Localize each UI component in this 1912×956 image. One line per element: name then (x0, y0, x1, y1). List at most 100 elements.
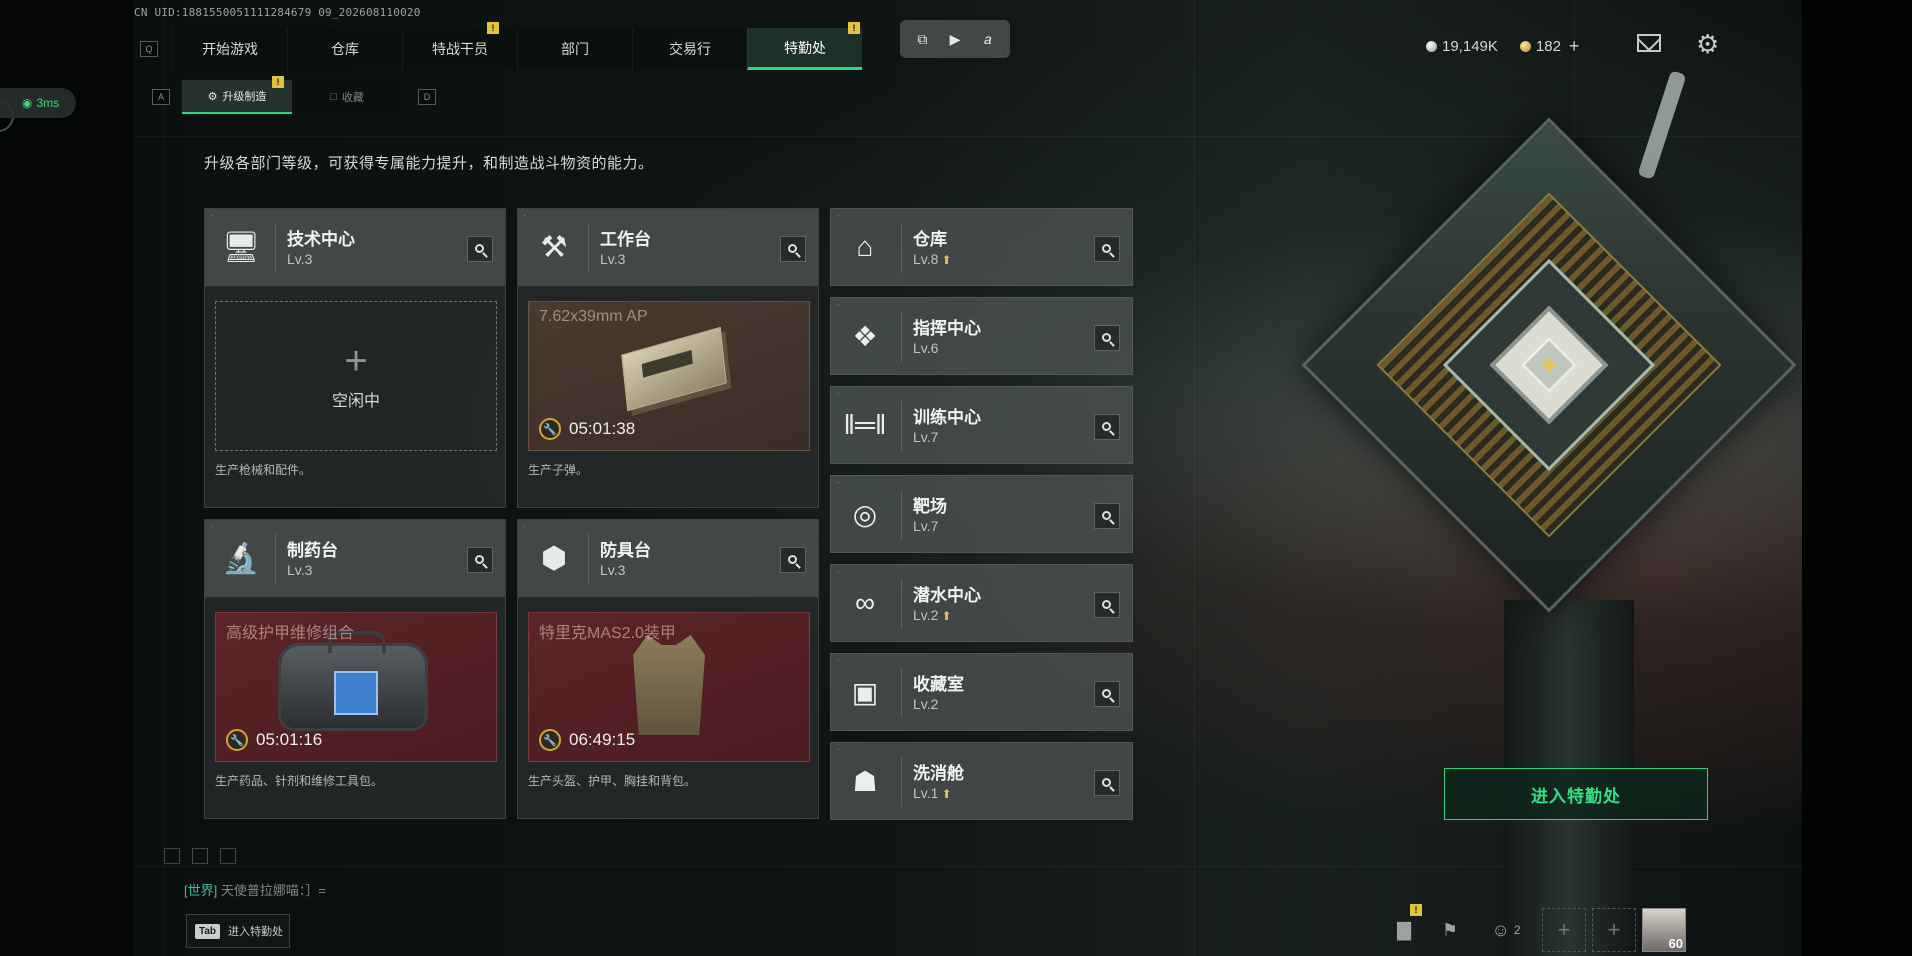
gear-icon[interactable]: ⚙ (1696, 31, 1719, 57)
tab-label: 部门 (561, 41, 589, 57)
inspect-button[interactable] (467, 547, 493, 573)
tab-label: 特战干员 (432, 41, 488, 57)
search-icon (1101, 777, 1111, 787)
department-description: 生产枪械和配件。 (215, 463, 312, 477)
item-name: 7.62x39mm AP (539, 308, 648, 325)
tab-upgrade-craft[interactable]: ⚙ 升级制造 ! (182, 76, 292, 114)
card-tag: ▪ (837, 480, 839, 486)
department-name: 指挥中心 (913, 319, 981, 338)
card-header: ▪ 🖥 技术中心 Lv.3 (205, 209, 505, 287)
inspect-button[interactable] (1094, 770, 1120, 796)
add-currency-button[interactable]: + (1569, 36, 1580, 57)
card-tag: ▪ (524, 524, 526, 530)
mail-icon[interactable] (1637, 34, 1661, 52)
add-squad-slot-button[interactable]: + (1592, 908, 1636, 952)
command-center-icon: ❖ (852, 320, 878, 352)
divider (901, 401, 902, 451)
repair-kit-bag-image (278, 631, 428, 731)
alert-badge: ! (487, 22, 499, 34)
target-icon: ◎ (852, 498, 878, 530)
production-slot-idle[interactable]: + 空闲中 (215, 301, 497, 451)
production-slot-busy[interactable]: 7.62x39mm AP 🔧 05:01:38 (528, 301, 810, 451)
department-level: Lv.6 (913, 340, 939, 356)
tab-collection[interactable]: □ 收藏 (292, 80, 402, 114)
vault-cube-body (1301, 117, 1797, 613)
tab-departments[interactable]: 部门 (517, 28, 632, 70)
currency-bar: 19,149K 182 + (1426, 36, 1579, 57)
bar-chart-icon: ▇ (1397, 919, 1411, 940)
department-description: 生产子弹。 (528, 463, 589, 477)
gold-amount: 182 (1535, 38, 1561, 55)
inspect-button[interactable] (1094, 325, 1120, 351)
department-level: Lv.8 ⬆ (913, 251, 952, 267)
department-card-collection-room[interactable]: ▪ ▣ 收藏室 Lv.2 (830, 653, 1133, 731)
production-slot-busy[interactable]: 特里克MAS2.0装甲 🔧 06:49:15 (528, 612, 810, 762)
stats-button[interactable]: ▇ ! (1384, 904, 1424, 952)
alert-badge: ! (272, 76, 284, 88)
wrench-icon: 🔧 (226, 729, 248, 751)
department-card-shooting-range[interactable]: ▪ ◎ 靶场 Lv.7 (830, 475, 1133, 553)
pharmacy-icon: 🔬 (222, 541, 260, 575)
tab-operators[interactable]: 特战干员! (402, 22, 517, 70)
silver-coin-icon (1426, 41, 1437, 52)
inspect-button[interactable] (1094, 236, 1120, 262)
player-avatar[interactable]: 60 (1642, 908, 1686, 952)
divider (901, 312, 902, 362)
chat-line[interactable]: [世界] 天使普拉娜喵：］= (184, 880, 326, 899)
department-card-diving-center[interactable]: ▪ ∞ 潜水中心 Lv.2 ⬆ (830, 564, 1133, 642)
inspect-button[interactable] (467, 236, 493, 262)
search-icon (1101, 421, 1111, 431)
production-timer: 🔧 05:01:38 (539, 418, 635, 440)
ammo-box-image (621, 326, 727, 412)
tab-start-game[interactable]: 开始游戏 (172, 28, 287, 70)
diving-mask-icon: ∞ (855, 587, 875, 618)
wrench-icon: 🔧 (539, 418, 561, 440)
production-timer: 🔧 06:49:15 (539, 729, 635, 751)
inspect-button[interactable] (1094, 592, 1120, 618)
department-name: 仓库 (913, 230, 947, 249)
level-value: Lv.1 (913, 785, 939, 801)
enter-special-ops-button[interactable]: 进入特勤处 (1444, 768, 1708, 820)
right-letterbox (1802, 0, 1912, 956)
department-level: Lv.3 (287, 562, 313, 578)
department-level: Lv.7 (913, 518, 939, 534)
inspect-button[interactable] (1094, 414, 1120, 440)
add-squad-slot-button[interactable]: + (1542, 908, 1586, 952)
inspect-button[interactable] (780, 547, 806, 573)
chat-message: 天使普拉娜喵：］= (220, 883, 326, 898)
department-card-command-center[interactable]: ▪ ❖ 指挥中心 Lv.6 (830, 297, 1133, 375)
department-level: Lv.2 (913, 696, 939, 712)
top-nav: Q 开始游戏 仓库 特战干员! 部门 交易行 特勤处! E (140, 22, 1008, 70)
tab-market[interactable]: 交易行 (632, 28, 747, 70)
inspect-button[interactable] (1094, 503, 1120, 529)
department-card-pharmacy: ▪ 🔬 制药台 Lv.3 高级护甲维修组合 🔧 05:01:16 生产药品、针剂和… (204, 519, 506, 819)
idle-status: 空闲中 (331, 393, 380, 410)
bottom-toolbar: ▇ ! ⚑ ☺ 2 + + 60 (1384, 904, 1686, 952)
department-card-warehouse[interactable]: ▪ ⌂ 仓库 Lv.8 ⬆ (830, 208, 1133, 286)
screenshot-icon[interactable]: ⧉ (909, 26, 935, 52)
department-level: Lv.3 (287, 251, 313, 267)
gold-coin-icon (1519, 41, 1531, 52)
production-slot-busy[interactable]: 高级护甲维修组合 🔧 05:01:16 (215, 612, 497, 762)
uid-text: CN UID:1881550051111284679 09_2026081100… (134, 6, 421, 19)
translate-icon[interactable]: 𝑎 (975, 26, 1001, 52)
department-description: 生产头盔、护甲、胸挂和背包。 (528, 774, 697, 788)
timer-value: 06:49:15 (569, 730, 636, 749)
record-icon[interactable]: ▶ (942, 26, 968, 52)
card-tag: ▪ (837, 213, 839, 219)
department-card-armor-bench: ▪ ⬢ 防具台 Lv.3 特里克MAS2.0装甲 🔧 06:49:15 生产头盔、… (517, 519, 819, 819)
search-icon (1101, 688, 1111, 698)
tab-warehouse[interactable]: 仓库 (287, 28, 402, 70)
department-name: 制药台 (287, 541, 338, 560)
department-card-decon-pod[interactable]: ▪ ☗ 洗消舱 Lv.1 ⬆ (830, 742, 1133, 820)
inspect-button[interactable] (780, 236, 806, 262)
overlay-toolbar: ⧉ ▶ 𝑎 (900, 20, 1010, 58)
tab-special-ops[interactable]: 特勤处! (747, 22, 862, 70)
flag-button[interactable]: ⚑ (1430, 908, 1470, 952)
divider (588, 534, 589, 584)
inspect-button[interactable] (1094, 681, 1120, 707)
tab-key-hint[interactable]: Tab 进入特勤处 (186, 914, 290, 948)
hud-corner-icon (220, 848, 236, 864)
department-card-training-center[interactable]: ▪ ‖═‖ 训练中心 Lv.7 (830, 386, 1133, 464)
friends-button[interactable]: ☺ 2 (1476, 908, 1536, 952)
